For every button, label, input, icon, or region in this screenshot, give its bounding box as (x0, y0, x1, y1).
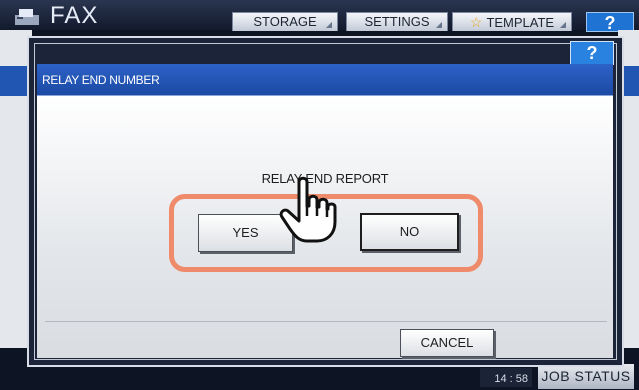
fax-icon (15, 9, 39, 25)
app-title: FAX (50, 2, 99, 29)
tab-arrow-icon: ◢ (559, 20, 566, 29)
dialog-title: RELAY END NUMBER (42, 73, 160, 87)
clock: 14 : 58 (480, 368, 532, 387)
star-icon: ☆ (469, 14, 483, 30)
tab-storage[interactable]: STORAGE ◢ (232, 12, 338, 31)
dialog-title-bar: RELAY END NUMBER (37, 64, 613, 96)
cancel-button[interactable]: CANCEL (400, 329, 494, 357)
job-status-button[interactable]: JOB STATUS (538, 364, 634, 389)
tab-arrow-icon: ◢ (325, 20, 332, 29)
tab-template[interactable]: ☆ TEMPLATE ◢ (452, 12, 572, 31)
no-button[interactable]: NO (360, 213, 459, 251)
tab-arrow-icon: ◢ (435, 20, 442, 29)
divider (45, 321, 607, 322)
tab-settings[interactable]: SETTINGS ◢ (346, 12, 448, 31)
tab-label: SETTINGS (364, 14, 430, 29)
tab-label: TEMPLATE (486, 15, 555, 30)
background-help-button[interactable]: ? (586, 12, 634, 33)
tab-label: STORAGE (253, 14, 317, 29)
help-button[interactable]: ? (570, 41, 614, 65)
pointing-hand-icon (279, 176, 337, 243)
